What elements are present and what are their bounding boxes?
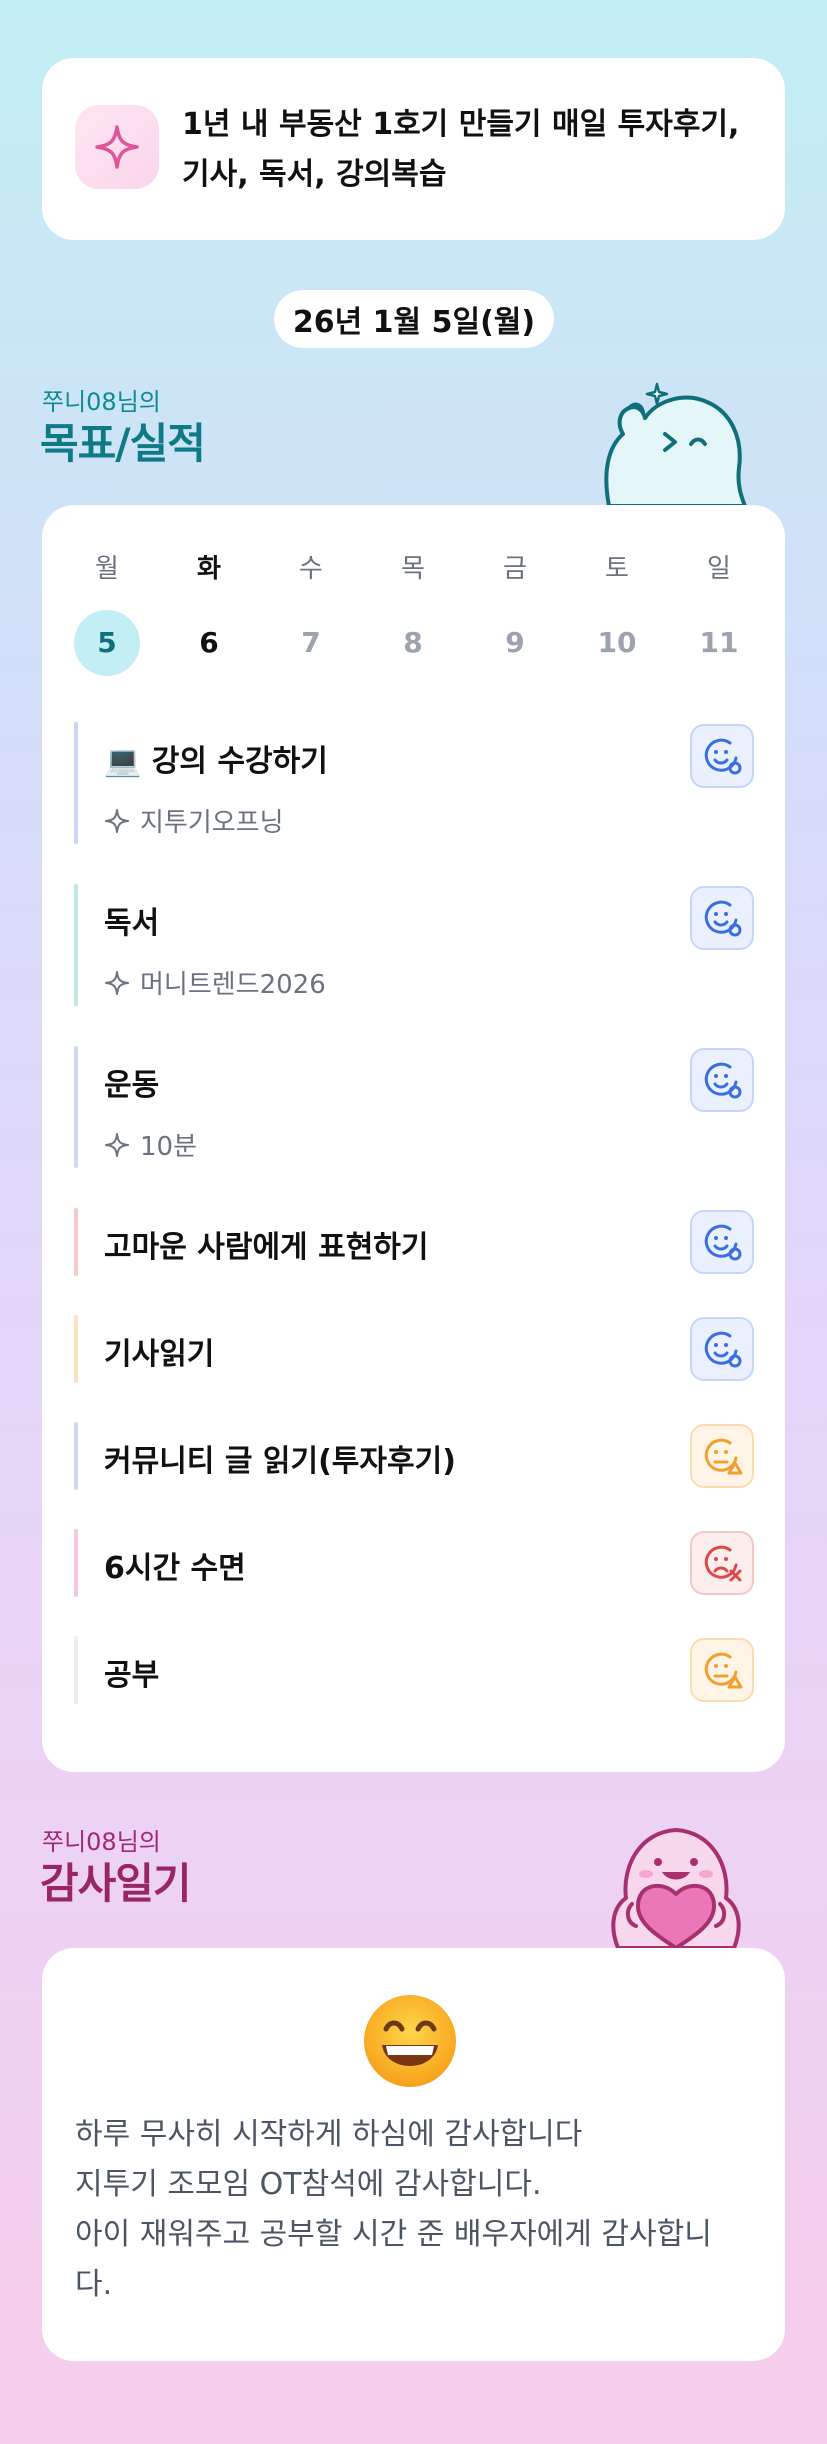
task-item[interactable]: 기사읽기 (74, 1315, 754, 1383)
smile-check-icon[interactable] (690, 1317, 754, 1381)
task-label: 고마운 사람에게 표현하기 (104, 1230, 429, 1265)
task-item[interactable]: 커뮤니티 글 읽기(투자후기) (74, 1422, 754, 1490)
task-color-bar (74, 1529, 78, 1597)
task-item[interactable]: 💻 강의 수강하기 지투기오프닝 (74, 722, 754, 844)
task-color-bar (74, 1636, 78, 1704)
task-color-bar (74, 1422, 78, 1490)
thanks-line: 하루 무사히 시작하게 하심에 감사합니다 (75, 2117, 583, 2152)
weekday-label: 월 (95, 554, 119, 584)
task-label: 운동 (104, 1068, 160, 1103)
day-item[interactable]: 10 (584, 610, 650, 676)
task-sub-label: 지투기오프닝 (140, 808, 284, 838)
task-sub: 10분 (104, 1126, 197, 1163)
thanks-line: 지투기 조모임 OT참석에 감사합니다. (75, 2167, 542, 2202)
weekday-label: 금 (503, 554, 527, 584)
task-label: 💻 강의 수강하기 (104, 744, 328, 779)
thanks-line: 아이 재워주고 공부할 시간 준 배우자에게 감사합니 (75, 2217, 712, 2252)
weekday-label: 일 (707, 554, 731, 584)
task-color-bar (74, 1046, 78, 1168)
task-color-bar (74, 722, 78, 844)
meh-warning-icon[interactable] (690, 1424, 754, 1488)
weekday-label: 토 (605, 554, 629, 584)
day-selected[interactable]: 5 (74, 610, 140, 676)
smile-check-icon[interactable] (690, 886, 754, 950)
task-color-bar (74, 884, 78, 1006)
task-label: 커뮤니티 글 읽기(투자후기) (104, 1444, 456, 1479)
goal-card[interactable]: 1년 내 부동산 1호기 만들기 매일 투자후기, 기사, 독서, 강의복습 (42, 58, 785, 240)
date-pill[interactable]: 26년 1월 5일(월) (274, 290, 554, 348)
thanks-line: 다. (75, 2267, 113, 2302)
day-item[interactable]: 11 (686, 610, 752, 676)
day-item[interactable]: 6 (176, 610, 242, 676)
day-item[interactable]: 8 (380, 610, 446, 676)
task-label: 독서 (104, 906, 160, 941)
thanks-section-title: 감사일기 (40, 1859, 192, 1908)
pink-mascot-heart-illustration (611, 1828, 741, 1948)
sparkle-icon (105, 970, 129, 995)
day-item[interactable]: 7 (278, 610, 344, 676)
smile-check-icon[interactable] (690, 724, 754, 788)
task-label: 기사읽기 (104, 1337, 215, 1372)
teal-mascot-illustration (604, 382, 747, 506)
goals-section-title: 목표/실적 (40, 419, 206, 468)
task-item[interactable]: 고마운 사람에게 표현하기 (74, 1208, 754, 1276)
task-color-bar (74, 1315, 78, 1383)
task-sub-label: 머니트렌드2026 (140, 970, 326, 1000)
thanks-text: 하루 무사히 시작하게 하심에 감사합니다 지투기 조모임 OT참석에 감사합니… (75, 2110, 735, 2310)
task-item[interactable]: 6시간 수면 (74, 1529, 754, 1597)
meh-warning-icon[interactable] (690, 1638, 754, 1702)
task-sub: 지투기오프닝 (104, 802, 284, 839)
day-item[interactable]: 9 (482, 610, 548, 676)
sparkle-icon (105, 808, 129, 833)
weekday-label: 화 (197, 554, 221, 584)
task-sub-label: 10분 (140, 1132, 198, 1162)
goal-text: 1년 내 부동산 1호기 만들기 매일 투자후기, 기사, 독서, 강의복습 (182, 107, 740, 192)
task-label: 공부 (104, 1658, 160, 1693)
task-color-bar (74, 1208, 78, 1276)
task-label: 6시간 수면 (104, 1551, 246, 1586)
sad-x-icon[interactable] (690, 1531, 754, 1595)
task-item[interactable]: 공부 (74, 1636, 754, 1704)
sparkle-icon (75, 105, 159, 189)
task-item[interactable]: 운동 10분 (74, 1046, 754, 1168)
task-sub: 머니트렌드2026 (104, 964, 326, 1001)
weekday-label: 수 (299, 554, 323, 584)
task-item[interactable]: 독서 머니트렌드2026 (74, 884, 754, 1006)
smile-check-icon[interactable] (690, 1048, 754, 1112)
grinning-face-icon (364, 1995, 456, 2087)
sparkle-icon (105, 1132, 129, 1157)
smile-check-icon[interactable] (690, 1210, 754, 1274)
weekday-label: 목 (401, 554, 425, 584)
